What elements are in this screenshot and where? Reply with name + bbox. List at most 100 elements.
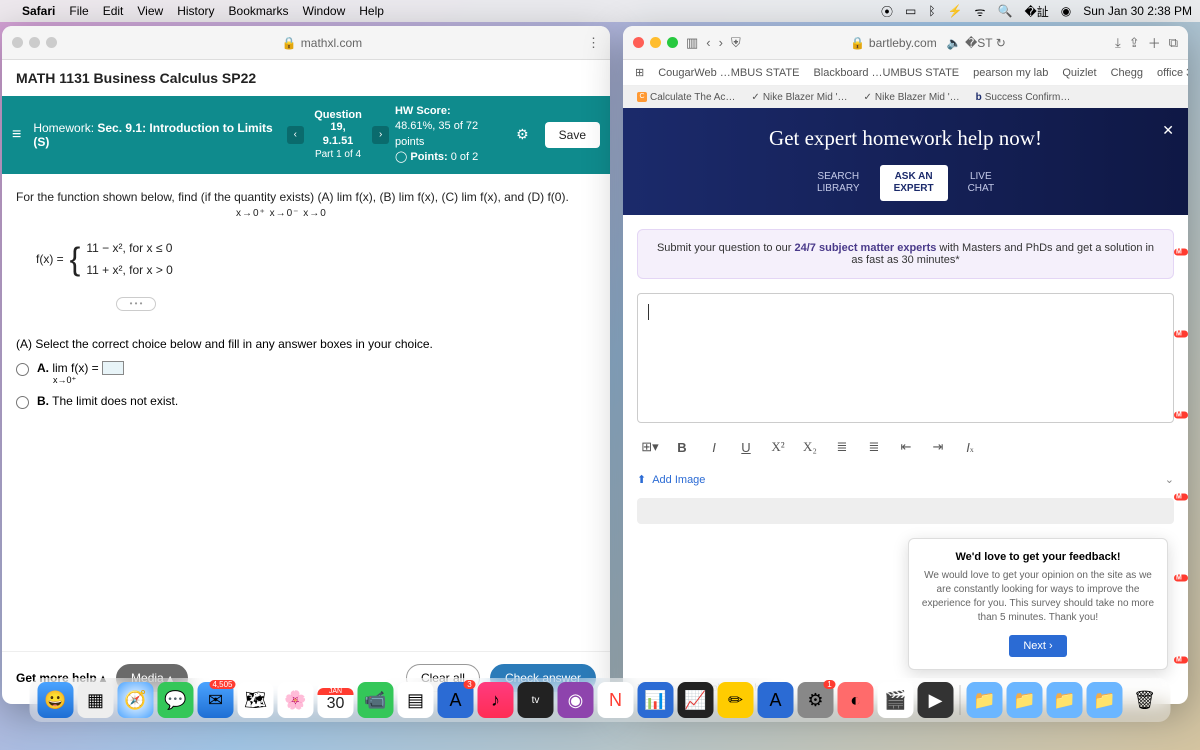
stocks-icon[interactable]: 📈	[678, 682, 714, 718]
grid-icon[interactable]: ⊞	[635, 66, 644, 79]
address-bar[interactable]: 🔒 mathxl.com	[65, 36, 579, 50]
reminders-icon[interactable]: ▤	[398, 682, 434, 718]
close-icon[interactable]: ✕	[1162, 122, 1174, 139]
launchpad-icon[interactable]: ▦	[78, 682, 114, 718]
photos-icon[interactable]: 🌸	[278, 682, 314, 718]
app-icon[interactable]: A	[758, 682, 794, 718]
bluetooth-icon[interactable]: ᛒ	[928, 4, 935, 18]
control-center-icon[interactable]: �訨	[1024, 3, 1048, 20]
mail-icon[interactable]: ✉4,505	[198, 682, 234, 718]
side-badge[interactable]: M	[1174, 412, 1188, 419]
number-list-button[interactable]: ≣	[861, 435, 887, 459]
notes-icon[interactable]: ✏	[718, 682, 754, 718]
bullet-list-button[interactable]: ≣	[829, 435, 855, 459]
appstore-icon[interactable]: A3	[438, 682, 474, 718]
keynote-icon[interactable]: 📊	[638, 682, 674, 718]
radio-b[interactable]	[16, 396, 29, 409]
folder-icon[interactable]: 📁	[1047, 682, 1083, 718]
side-badge[interactable]: M	[1174, 656, 1188, 663]
fav-item[interactable]: Chegg	[1111, 67, 1143, 79]
facetime-icon[interactable]: 📹	[358, 682, 394, 718]
folder-icon[interactable]: 📁	[1087, 682, 1123, 718]
menu-icon[interactable]: ≡	[12, 126, 21, 144]
app-icon[interactable]: 🎬	[878, 682, 914, 718]
prev-question-button[interactable]: ‹	[287, 126, 304, 144]
italic-button[interactable]: I	[701, 435, 727, 459]
radio-a[interactable]	[16, 363, 29, 376]
address-bar[interactable]: 🔒 bartleby.com 🔈 �ST ↻	[749, 36, 1107, 50]
side-badge[interactable]: M	[1174, 330, 1188, 337]
music-icon[interactable]: ♪	[478, 682, 514, 718]
tabs-icon[interactable]: ⧉	[1169, 35, 1178, 51]
table-icon[interactable]: ⊞▾	[637, 435, 663, 459]
sidebar-icon[interactable]: ▥	[686, 35, 698, 51]
forward-button[interactable]: ›	[719, 35, 723, 50]
tab-item[interactable]: b Success Confirm…	[970, 90, 1077, 105]
save-button[interactable]: Save	[545, 122, 600, 148]
gear-icon[interactable]: ⚙	[516, 126, 529, 143]
maps-icon[interactable]: 🗺	[238, 682, 274, 718]
side-badge[interactable]: M	[1174, 575, 1188, 582]
clock[interactable]: Sun Jan 30 2:38 PM	[1083, 4, 1192, 18]
settings-icon[interactable]: ⚙1	[798, 682, 834, 718]
menu-file[interactable]: File	[69, 4, 88, 18]
menu-bookmarks[interactable]: Bookmarks	[229, 4, 289, 18]
window-controls[interactable]	[633, 37, 678, 48]
next-button[interactable]: Next ›	[1009, 635, 1066, 657]
side-badge[interactable]: M	[1174, 249, 1188, 256]
underline-button[interactable]: U	[733, 435, 759, 459]
battery-icon[interactable]: ▭	[905, 4, 916, 18]
window-controls[interactable]	[12, 37, 57, 48]
side-badge[interactable]: M	[1174, 493, 1188, 500]
folder-icon[interactable]: 📁	[1007, 682, 1043, 718]
tab-item[interactable]: ✓ Nike Blazer Mid '…	[858, 90, 966, 105]
submit-bar[interactable]	[637, 498, 1174, 524]
fav-item[interactable]: Quizlet	[1062, 67, 1096, 79]
expand-icon[interactable]: • • •	[116, 297, 156, 311]
next-question-button[interactable]: ›	[372, 126, 389, 144]
tv-icon[interactable]: tv	[518, 682, 554, 718]
question-editor[interactable]	[637, 293, 1174, 423]
tab-live-chat[interactable]: LIVECHAT	[954, 165, 1008, 201]
indent-button[interactable]: ⇥	[925, 435, 951, 459]
messages-icon[interactable]: 💬	[158, 682, 194, 718]
shield-icon[interactable]: ⛨	[731, 35, 741, 51]
tab-item[interactable]: ✓ Nike Blazer Mid '…	[745, 90, 853, 105]
clear-format-button[interactable]: Iₓ	[957, 435, 983, 459]
charging-icon[interactable]: ⚡	[948, 4, 963, 18]
download-icon[interactable]: ⤓	[1115, 35, 1121, 51]
app-icon[interactable]: ◐	[838, 682, 874, 718]
record-icon[interactable]: ⦿	[881, 3, 893, 20]
menu-window[interactable]: Window	[303, 4, 346, 18]
outdent-button[interactable]: ⇤	[893, 435, 919, 459]
choice-a[interactable]: A. lim f(x) = x→0⁺	[16, 361, 596, 387]
menu-view[interactable]: View	[137, 4, 163, 18]
wifi-icon[interactable]: ᯤ	[975, 3, 986, 20]
podcasts-icon[interactable]: ◉	[558, 682, 594, 718]
bold-button[interactable]: B	[669, 435, 695, 459]
share-icon[interactable]: ⇪	[1129, 35, 1140, 51]
news-icon[interactable]: N	[598, 682, 634, 718]
superscript-button[interactable]: X²	[765, 435, 791, 459]
choice-b[interactable]: B. The limit does not exist.	[16, 394, 596, 409]
fav-item[interactable]: pearson my lab	[973, 67, 1048, 79]
more-icon[interactable]: ⋮	[587, 35, 600, 51]
tab-ask-expert[interactable]: ASK ANEXPERT	[880, 165, 948, 201]
chevron-down-icon[interactable]: ⌄	[1165, 473, 1174, 486]
calendar-icon[interactable]: JAN 30	[318, 682, 354, 718]
fav-item[interactable]: Blackboard …UMBUS STATE	[813, 67, 959, 79]
tab-search-library[interactable]: SEARCHLIBRARY	[803, 165, 874, 201]
answer-input[interactable]	[102, 361, 124, 375]
menu-edit[interactable]: Edit	[103, 4, 124, 18]
siri-icon[interactable]: ◉	[1061, 4, 1071, 18]
subscript-button[interactable]: X₂	[797, 435, 823, 459]
menu-history[interactable]: History	[177, 4, 214, 18]
fav-item[interactable]: office 365	[1157, 67, 1188, 79]
trash-icon[interactable]: 🗑	[1127, 682, 1163, 718]
finder-icon[interactable]: 😀	[38, 682, 74, 718]
folder-icon[interactable]: 📁	[967, 682, 1003, 718]
menu-help[interactable]: Help	[359, 4, 384, 18]
new-tab-icon[interactable]: ＋	[1148, 33, 1161, 52]
app-name[interactable]: Safari	[22, 4, 55, 18]
tab-item[interactable]: CCalculate The Ac…	[631, 90, 741, 105]
